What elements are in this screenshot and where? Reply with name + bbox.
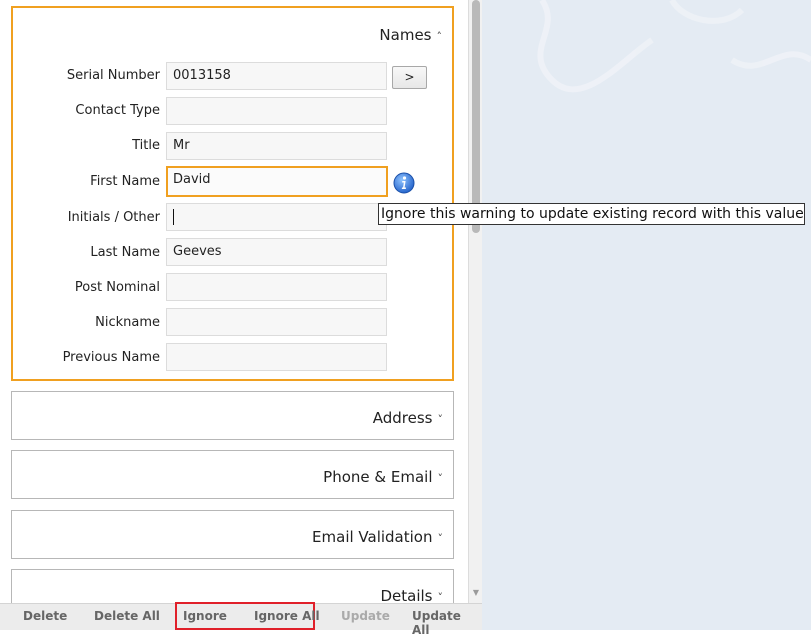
phone-email-section-title: Phone & Email [323,468,433,486]
ignore-all-button[interactable]: Ignore All [254,609,320,623]
text-caret [173,208,174,225]
address-section-title: Address [372,409,433,427]
previous-name-field[interactable] [166,343,387,371]
scrollbar-thumb[interactable] [472,0,480,233]
nickname-label: Nickname [95,315,160,330]
first-name-label: First Name [90,174,160,189]
initials-other-field[interactable] [166,203,387,231]
chevron-down-icon: ˅ [437,472,444,485]
names-section-header[interactable]: Names ˄ [379,26,442,44]
serial-number-go-button[interactable]: > [392,66,427,89]
address-section[interactable]: Address ˅ [11,391,454,440]
serial-number-label: Serial Number [66,68,160,83]
chevron-down-icon: ˅ [437,413,444,426]
first-name-field[interactable]: David [166,166,388,197]
last-name-label: Last Name [90,245,160,260]
title-field[interactable]: Mr [166,132,387,160]
email-validation-section[interactable]: Email Validation ˅ [11,510,454,559]
serial-number-field[interactable]: 0013158 [166,62,387,90]
background-pane [482,0,811,630]
email-validation-section-title: Email Validation [312,528,433,546]
ignore-button[interactable]: Ignore [183,609,227,623]
scroll-down-arrow-icon[interactable]: ▼ [471,588,481,598]
email-validation-section-header: Email Validation ˅ [312,528,443,546]
title-label: Title [132,138,160,153]
phone-email-section[interactable]: Phone & Email ˅ [11,450,454,499]
delete-all-button[interactable]: Delete All [94,609,160,623]
nickname-field[interactable] [166,308,387,336]
vertical-scrollbar[interactable]: ▼ [468,0,482,603]
form-pane: Names ˄ Serial Number 0013158 > Contact T… [0,0,468,609]
phone-email-section-header: Phone & Email ˅ [323,468,443,486]
address-section-header: Address ˅ [373,409,443,427]
warning-tooltip: Ignore this warning to update existing r… [378,203,805,225]
post-nominal-label: Post Nominal [74,280,160,295]
chevron-down-icon: ˅ [437,532,444,545]
previous-name-label: Previous Name [62,350,160,365]
contact-type-field[interactable] [166,97,387,125]
delete-button[interactable]: Delete [23,609,67,623]
chevron-up-icon: ˄ [436,30,443,43]
info-icon[interactable] [393,172,415,194]
update-button[interactable]: Update [341,609,390,623]
post-nominal-field[interactable] [166,273,387,301]
background-pattern [537,0,811,93]
last-name-field[interactable]: Geeves [166,238,387,266]
update-all-button[interactable]: Update All [412,609,482,637]
bottom-action-bar: Delete Delete All Ignore Ignore All Upda… [0,602,482,637]
contact-type-label: Contact Type [75,103,160,118]
initials-other-label: Initials / Other [67,210,160,225]
names-section-title: Names [379,26,432,44]
names-section: Names ˄ Serial Number 0013158 > Contact T… [11,6,454,381]
